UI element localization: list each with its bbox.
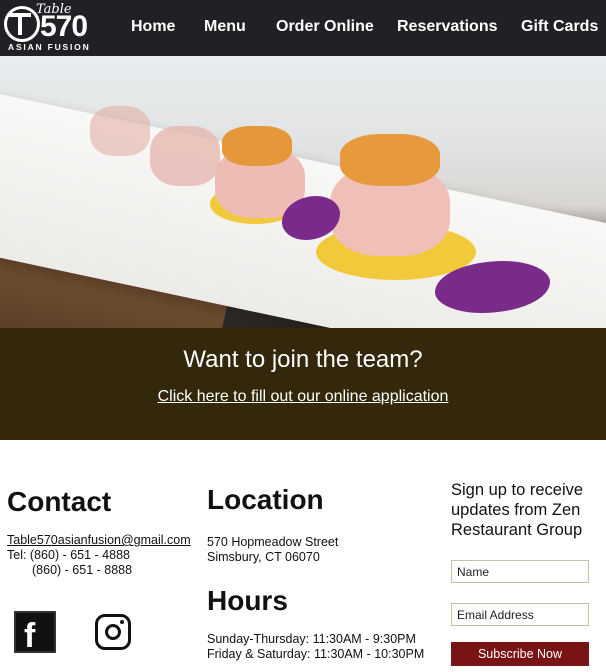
nav-order-online[interactable]: Order Online [276, 18, 374, 36]
hero-image [0, 56, 606, 328]
instagram-lens [105, 624, 121, 640]
sushi-piece [90, 106, 150, 156]
nav-menu[interactable]: Menu [204, 18, 246, 36]
logo[interactable]: Table 570 ASIAN FUSION [0, 0, 120, 56]
phone-secondary: (860) - 651 - 8888 [32, 563, 133, 577]
name-field[interactable] [451, 560, 589, 583]
nav-reservations[interactable]: Reservations [397, 18, 498, 36]
hours-heading: Hours [207, 585, 288, 616]
location-heading: Location [207, 484, 324, 515]
logo-subtitle: ASIAN FUSION [8, 42, 91, 52]
banner-title: Want to join the team? [183, 346, 423, 373]
hours-weekend: Friday & Saturday: 11:30AM - 10:30PM [207, 647, 425, 661]
sushi-topping [340, 134, 440, 186]
instagram-icon[interactable] [95, 614, 131, 650]
facebook-glyph: f [24, 617, 36, 655]
logo-ring [4, 6, 40, 42]
facebook-icon[interactable]: f [14, 611, 56, 655]
email-link[interactable]: Table570asianfusion@gmail.com [7, 533, 191, 547]
address-street: 570 Hopmeadow Street [207, 535, 339, 549]
nav-gift-cards[interactable]: Gift Cards [521, 18, 598, 36]
logo-number: 570 [40, 10, 88, 43]
sushi-topping [222, 126, 292, 166]
logo-t-stem [18, 15, 22, 35]
subscribe-button[interactable]: Subscribe Now [451, 642, 589, 666]
nav-home[interactable]: Home [131, 18, 175, 36]
top-navigation: Table 570 ASIAN FUSION Home Menu Order O… [0, 0, 606, 56]
hours-weekday: Sunday-Thursday: 11:30AM - 9:30PM [207, 632, 416, 646]
address-city: Simsbury, CT 06070 [207, 550, 320, 564]
application-link[interactable]: Click here to fill out our online applic… [0, 388, 606, 406]
instagram-dot [120, 620, 124, 624]
phone-primary: Tel: (860) - 651 - 4888 [7, 548, 130, 562]
sushi-piece [150, 126, 220, 186]
contact-heading: Contact [7, 486, 112, 517]
email-field[interactable] [451, 603, 589, 626]
newsletter-text: Sign up to receive updates from Zen Rest… [451, 481, 584, 539]
join-team-banner: Want to join the team? Click here to fil… [0, 328, 606, 440]
